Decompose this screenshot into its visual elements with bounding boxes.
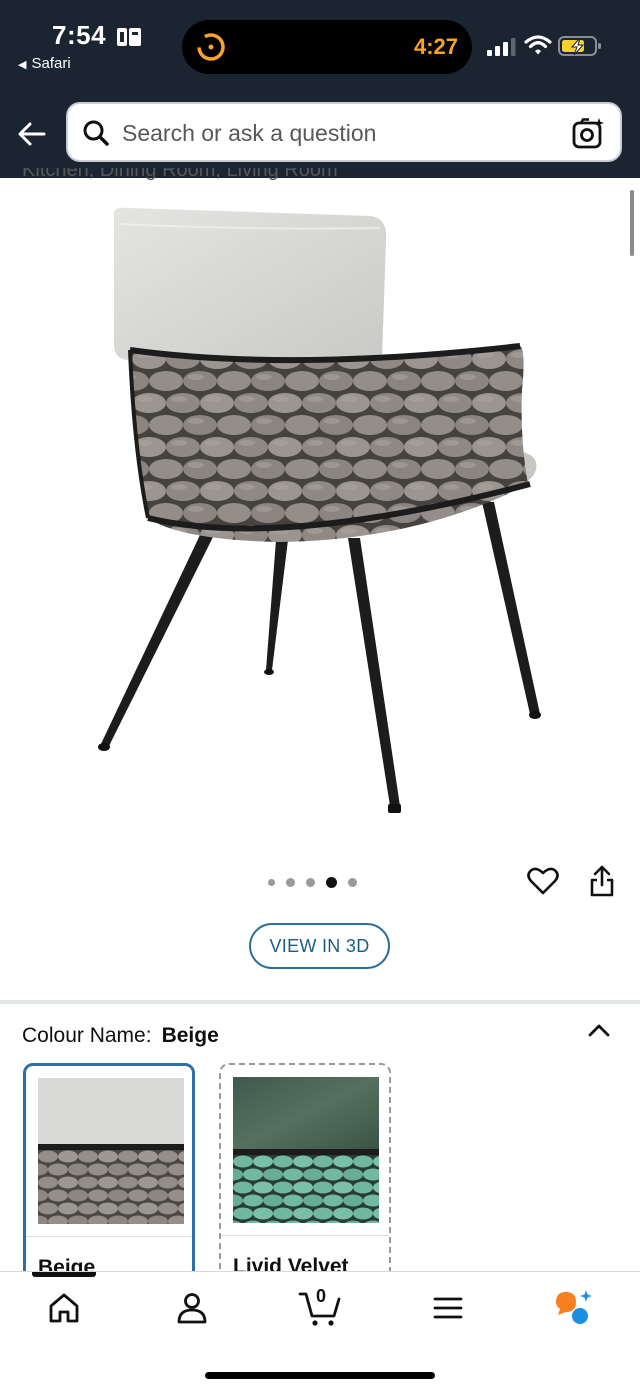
gallery-dot[interactable] xyxy=(268,878,275,886)
search-input[interactable]: Search or ask a question xyxy=(66,102,622,162)
battery-charging-icon xyxy=(558,36,601,56)
gallery-dot[interactable] xyxy=(286,877,295,887)
camera-search-icon[interactable] xyxy=(572,117,606,149)
heart-icon[interactable] xyxy=(527,866,559,896)
colour-name-row: Colour Name: Beige xyxy=(22,1024,219,1048)
gallery-dot-active[interactable] xyxy=(326,876,337,888)
swatch-livid-velvet[interactable]: Livid Velvet xyxy=(219,1063,391,1293)
timer-icon xyxy=(197,33,225,61)
active-tab-indicator xyxy=(32,1272,96,1277)
home-indicator xyxy=(205,1372,435,1379)
section-divider xyxy=(0,1000,640,1004)
home-icon[interactable] xyxy=(46,1290,82,1326)
gallery-dot[interactable] xyxy=(348,877,357,887)
swatch-beige[interactable]: Beige xyxy=(23,1063,195,1293)
search-icon xyxy=(83,120,109,146)
id-card-icon xyxy=(117,28,141,46)
gallery-dot[interactable] xyxy=(306,877,315,887)
cellular-signal-icon xyxy=(487,38,516,56)
timer-readout: 4:27 xyxy=(413,34,458,59)
clock: 7:54 xyxy=(52,20,107,50)
product-title-fragment: Kitchen, Dining Room, Living Room xyxy=(22,168,338,181)
back-arrow-icon[interactable] xyxy=(16,118,48,150)
swatch-separator xyxy=(221,1235,389,1236)
account-icon[interactable] xyxy=(174,1290,210,1326)
back-to-app-link[interactable]: ◀ Safari xyxy=(18,55,71,72)
swatch-livid-velvet-image xyxy=(233,1077,379,1223)
status-bar: 7:54 ◀ Safari 4:27 xyxy=(0,0,640,96)
search-header: Search or ask a question xyxy=(0,96,640,178)
search-placeholder: Search or ask a question xyxy=(122,120,377,146)
menu-icon[interactable] xyxy=(430,1290,466,1326)
swatch-beige-image xyxy=(38,1078,184,1224)
dynamic-island[interactable]: 4:27 xyxy=(182,20,472,74)
rufus-assistant-icon[interactable] xyxy=(552,1288,594,1326)
cart-count: 0 xyxy=(315,1286,326,1306)
scrollbar[interactable] xyxy=(630,190,634,256)
share-icon[interactable] xyxy=(588,864,616,898)
colour-label: Colour Name: xyxy=(22,1024,152,1047)
gallery-pagination[interactable] xyxy=(268,876,357,888)
wifi-icon xyxy=(524,35,552,55)
product-image-chair[interactable] xyxy=(90,200,560,820)
back-app-label: Safari xyxy=(31,55,71,72)
colour-selected-value: Beige xyxy=(161,1024,219,1047)
swatch-separator xyxy=(26,1236,192,1237)
view-in-3d-button[interactable]: VIEW IN 3D xyxy=(249,923,390,969)
bottom-navigation: 0 xyxy=(0,1271,640,1391)
chevron-up-icon[interactable] xyxy=(587,1020,611,1040)
